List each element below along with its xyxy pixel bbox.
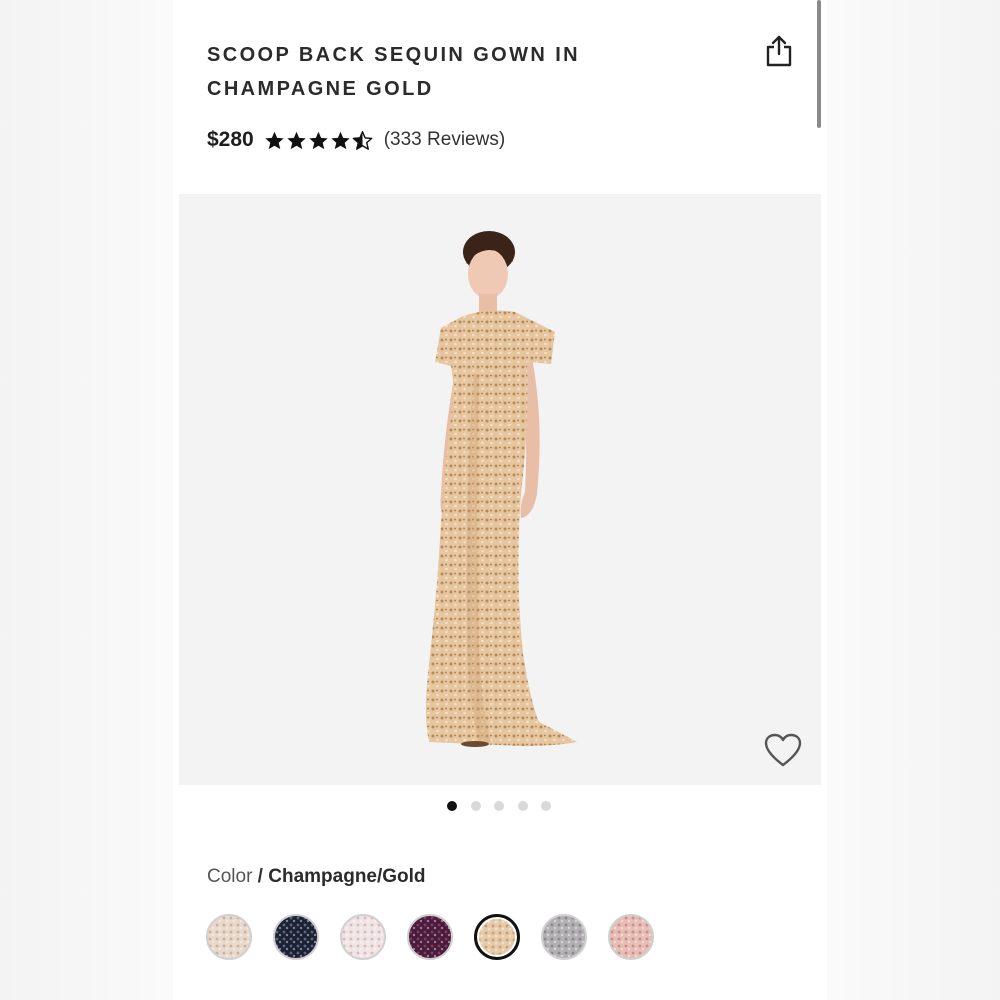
swatch-silver[interactable] xyxy=(541,914,587,960)
gallery-pagination xyxy=(447,801,565,811)
wishlist-button[interactable] xyxy=(763,732,803,768)
product-page: SCOOP BACK SEQUIN GOWN IN CHAMPAGNE GOLD… xyxy=(173,0,827,1000)
color-separator: / xyxy=(252,866,269,887)
heart-icon xyxy=(764,733,802,767)
star-icon xyxy=(331,131,350,149)
share-button[interactable] xyxy=(763,34,795,68)
price-rating-row: $280 (333 Reviews) xyxy=(207,124,505,156)
rating-stars[interactable] xyxy=(264,130,374,151)
swatch-rose-gold[interactable] xyxy=(608,914,654,960)
share-icon xyxy=(766,35,792,67)
gallery-dot-1[interactable] xyxy=(447,801,457,811)
swatch-plum[interactable] xyxy=(407,914,453,960)
product-title: SCOOP BACK SEQUIN GOWN IN CHAMPAGNE GOLD xyxy=(207,38,727,106)
star-icon xyxy=(309,131,328,149)
half-star-icon xyxy=(352,130,373,150)
swatch-blush-silver[interactable] xyxy=(206,914,252,960)
star-icon xyxy=(287,131,306,149)
background-left xyxy=(0,0,173,1000)
product-image[interactable] xyxy=(179,194,821,785)
gallery-dot-5[interactable] xyxy=(541,801,551,811)
star-icon xyxy=(265,131,284,149)
scrollbar[interactable] xyxy=(817,0,821,128)
swatch-champagne-gold[interactable] xyxy=(474,914,520,960)
product-title-line1: SCOOP BACK SEQUIN GOWN IN xyxy=(207,44,580,66)
background-right xyxy=(827,0,1000,1000)
product-title-line2: CHAMPAGNE GOLD xyxy=(207,78,434,100)
gallery-dot-2[interactable] xyxy=(470,801,481,811)
color-selection-label: Color / Champagne/Gold xyxy=(207,866,426,888)
model-illustration xyxy=(426,231,577,747)
reviews-link[interactable]: (333 Reviews) xyxy=(384,129,505,151)
color-selected-value: Champagne/Gold xyxy=(268,866,426,887)
gallery-dot-4[interactable] xyxy=(517,801,528,811)
color-swatches xyxy=(206,914,675,960)
color-label: Color xyxy=(207,866,253,887)
swatch-light-pink[interactable] xyxy=(340,914,386,960)
gallery-dot-3[interactable] xyxy=(494,801,504,811)
swatch-navy[interactable] xyxy=(273,914,319,960)
product-price: $280 xyxy=(207,128,254,151)
